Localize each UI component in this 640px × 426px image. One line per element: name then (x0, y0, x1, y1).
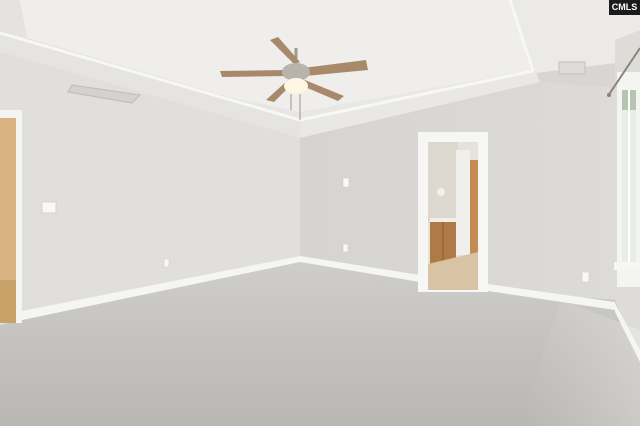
watermark-logo: CMLS (609, 0, 640, 15)
room-illustration (0, 0, 640, 426)
light-switch (41, 201, 57, 214)
fan-light (284, 78, 308, 94)
ceiling-vent-right (558, 61, 586, 75)
fan-blade (220, 70, 288, 77)
outlet (163, 258, 170, 268)
room-photo: CMLS (0, 0, 640, 426)
